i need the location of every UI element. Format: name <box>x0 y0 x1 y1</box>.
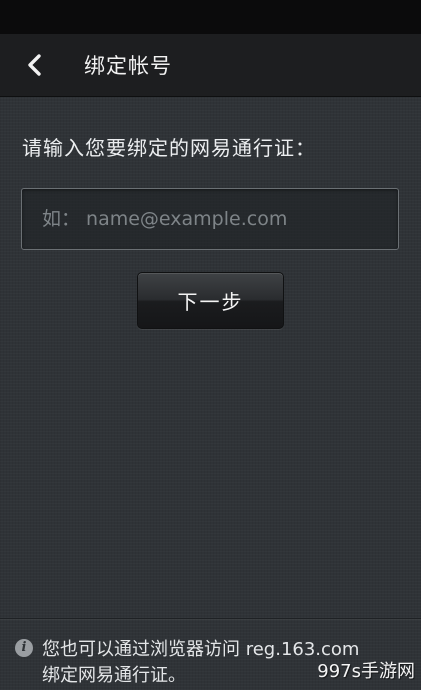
footer-text-line2: 绑定网易通行证。 <box>42 665 186 686</box>
account-input-box[interactable] <box>21 188 399 250</box>
back-button[interactable] <box>0 34 70 96</box>
account-prompt-label: 请输入您要绑定的网易通行证： <box>22 136 316 160</box>
page-title: 绑定帐号 <box>84 54 172 78</box>
footer-text-line1: 您也可以通过浏览器访问 reg.163.com <box>42 639 360 660</box>
watermark-text: 997s手游网 <box>317 661 415 682</box>
app-bar: 绑定帐号 <box>0 34 421 97</box>
bind-account-screen: 绑定帐号 请输入您要绑定的网易通行证： 下一步 i 您也可以通过浏览器访问 re… <box>0 0 421 690</box>
footer-info: i 您也可以通过浏览器访问 reg.163.com 绑定网易通行证。 997s手… <box>0 618 421 690</box>
chevron-left-icon <box>28 54 41 76</box>
account-input[interactable] <box>22 189 398 249</box>
info-icon: i <box>15 639 33 657</box>
status-bar <box>0 0 421 34</box>
next-button[interactable]: 下一步 <box>137 272 284 329</box>
